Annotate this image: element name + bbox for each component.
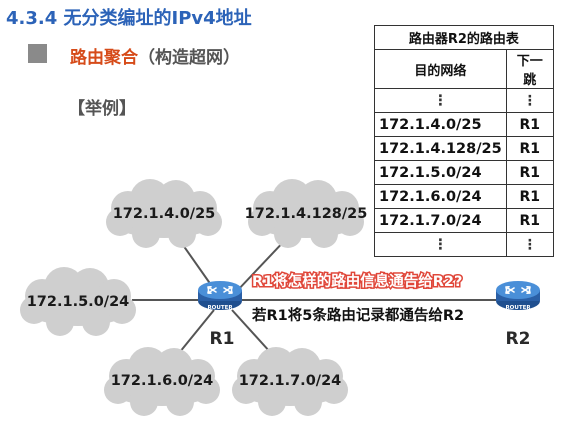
- router-r2-icon: ROUTER: [495, 280, 541, 311]
- network-diagram: 172.1.4.0/25 172.1.4.128/25 172.1.5.0/24…: [20, 179, 541, 416]
- router-icon-caption: ROUTER: [505, 305, 531, 311]
- router-label-r2: R2: [506, 329, 531, 349]
- router-label-r1: R1: [210, 329, 235, 349]
- network-label: 172.1.5.0/24: [27, 294, 130, 310]
- router-r1-icon: ROUTER: [197, 280, 243, 311]
- network-label: 172.1.4.128/25: [245, 206, 368, 222]
- question-text: R1将怎样的路由信息通告给R2?: [252, 272, 462, 290]
- network-label: 172.1.7.0/24: [239, 373, 342, 389]
- statement-text: 若R1将5条路由记录都通告给R2: [251, 306, 464, 324]
- network-label: 172.1.4.0/25: [113, 206, 216, 222]
- router-icon-caption: ROUTER: [207, 305, 233, 311]
- network-label: 172.1.6.0/24: [111, 373, 214, 389]
